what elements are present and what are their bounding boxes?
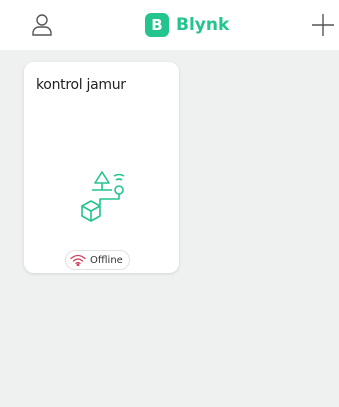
status-text: Offline (90, 254, 123, 266)
plus-icon (312, 14, 334, 36)
device-template-icon (81, 171, 125, 222)
device-name: kontrol jamur (36, 77, 126, 93)
logo-text: Blynk (176, 15, 230, 35)
wifi-off-icon (70, 254, 86, 266)
status-badge: Offline (65, 250, 130, 270)
blynk-logo: B Blynk (145, 12, 229, 38)
profile-button[interactable] (31, 13, 53, 37)
app-header: B Blynk (0, 0, 339, 50)
logo-badge: B (145, 13, 169, 37)
device-card[interactable]: kontrol jamur Offline (24, 62, 179, 273)
user-icon (32, 14, 52, 36)
add-device-button[interactable] (311, 13, 335, 37)
